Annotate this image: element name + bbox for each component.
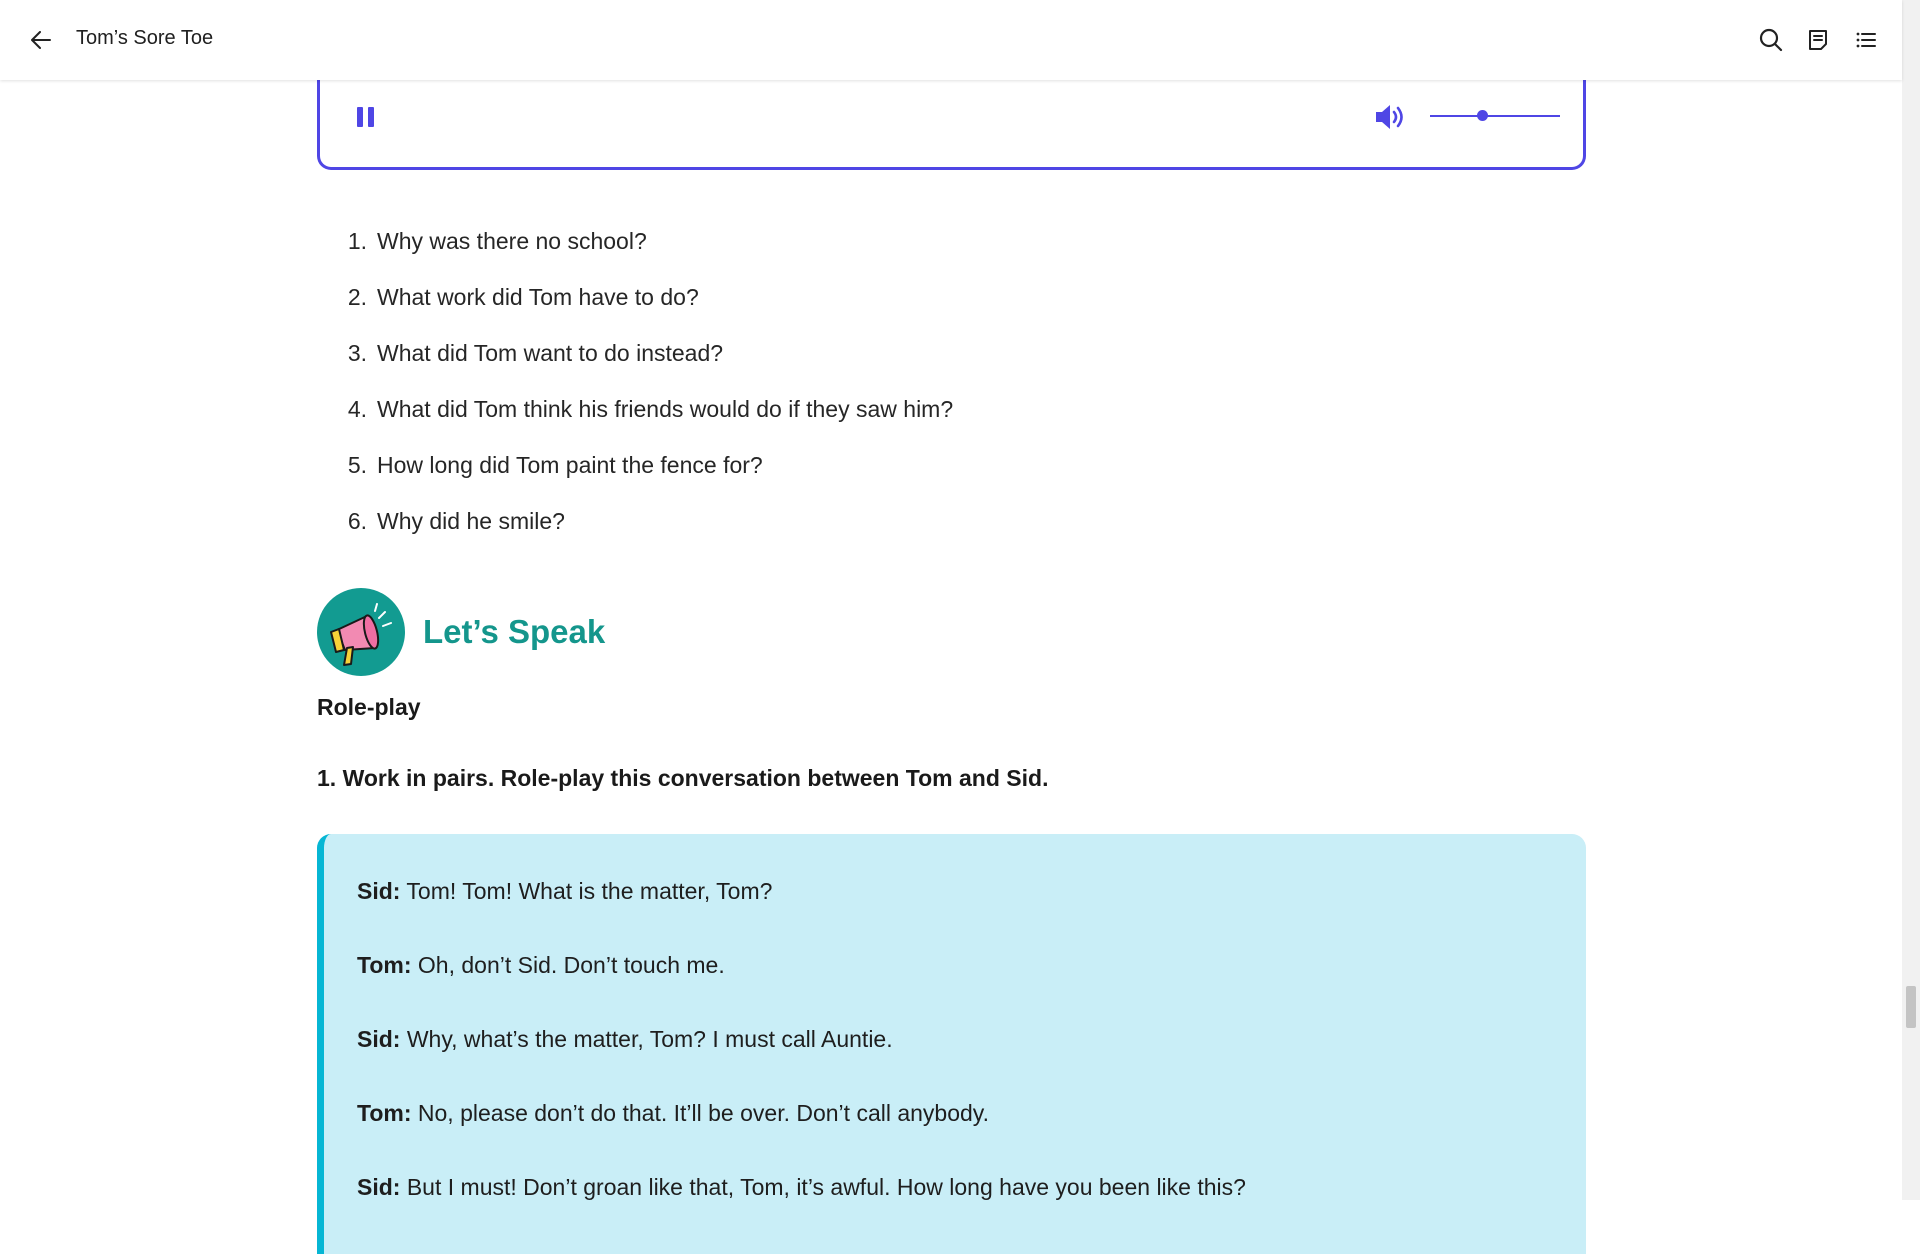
megaphone-icon xyxy=(317,588,405,676)
contents-button[interactable] xyxy=(1850,24,1882,56)
question-list: 1. Why was there no school? 2. What work d… xyxy=(317,228,953,564)
volume-icon xyxy=(1376,105,1403,129)
list-item: 6. Why did he smile? xyxy=(317,508,953,564)
dialogue-line: Sid: But I must! Don’t groan like that, … xyxy=(357,1174,1246,1201)
top-bar: Tom’s Sore Toe xyxy=(0,0,1902,80)
search-icon xyxy=(1759,28,1783,52)
arrow-left-icon xyxy=(31,31,51,49)
question-number: 4. xyxy=(347,396,367,422)
dialogue-text: Why, what’s the matter, Tom? I must call… xyxy=(400,1026,893,1052)
volume-button[interactable] xyxy=(1373,102,1407,132)
notes-button[interactable] xyxy=(1802,24,1834,56)
question-text: What work did Tom have to do? xyxy=(377,284,699,310)
section-heading: Let’s Speak xyxy=(317,588,605,676)
speaker-name: Sid: xyxy=(357,1174,401,1200)
dialogue-text: No, please don’t do that. It’ll be over.… xyxy=(411,1100,989,1126)
page-title: Tom’s Sore Toe xyxy=(76,27,214,49)
volume-slider-track xyxy=(1430,115,1560,117)
dialogue-text: Tom! Tom! What is the matter, Tom? xyxy=(400,878,773,904)
list-item: 1. Why was there no school? xyxy=(317,228,953,284)
question-number: 2. xyxy=(347,284,367,310)
dialogue-text: Oh, don’t Sid. Don’t touch me. xyxy=(411,952,725,978)
question-number: 5. xyxy=(347,452,367,478)
instruction-text: 1. Work in pairs. Role-play this convers… xyxy=(317,765,1049,791)
list-item: 2. What work did Tom have to do? xyxy=(317,284,953,340)
section-title: Let’s Speak xyxy=(423,613,606,650)
question-number: 6. xyxy=(347,508,367,534)
dialogue-text: But I must! Don’t groan like that, Tom, … xyxy=(400,1174,1246,1200)
question-text: Why was there no school? xyxy=(377,228,647,254)
speaker-name: Sid: xyxy=(357,878,401,904)
question-text: What did Tom want to do instead? xyxy=(377,340,724,366)
volume-slider-handle[interactable] xyxy=(1476,110,1488,121)
question-number: 1. xyxy=(347,228,367,254)
search-button[interactable] xyxy=(1755,24,1787,56)
notes-icon xyxy=(1809,30,1827,50)
subsection-title: Role-play xyxy=(317,694,421,720)
dialogue-line: Sid: Why, what’s the matter, Tom? I must… xyxy=(357,1026,893,1053)
list-item: 5. How long did Tom paint the fence for? xyxy=(317,452,953,508)
volume-slider[interactable] xyxy=(1430,106,1560,126)
dialogue-box: Sid: Tom! Tom! What is the matter, Tom? … xyxy=(317,834,1586,1254)
pause-icon xyxy=(357,107,374,127)
list-icon xyxy=(1856,32,1876,48)
scrollbar-thumb[interactable] xyxy=(1906,986,1916,1028)
back-button[interactable] xyxy=(26,25,56,55)
dialogue-line: Sid: Tom! Tom! What is the matter, Tom? xyxy=(357,878,772,905)
speaker-name: Tom: xyxy=(357,952,412,978)
list-item: 4. What did Tom think his friends would d… xyxy=(317,396,953,452)
dialogue-line: Tom: Oh, don’t Sid. Don’t touch me. xyxy=(357,952,725,979)
question-text: What did Tom think his friends would do … xyxy=(377,396,954,422)
list-item: 3. What did Tom want to do instead? xyxy=(317,340,953,396)
pause-button[interactable] xyxy=(354,104,378,130)
question-number: 3. xyxy=(347,340,367,366)
question-text: Why did he smile? xyxy=(377,508,565,534)
speaker-name: Sid: xyxy=(357,1026,401,1052)
question-text: How long did Tom paint the fence for? xyxy=(377,452,763,478)
dialogue-line: Tom: No, please don’t do that. It’ll be … xyxy=(357,1100,989,1127)
speaker-name: Tom: xyxy=(357,1100,412,1126)
